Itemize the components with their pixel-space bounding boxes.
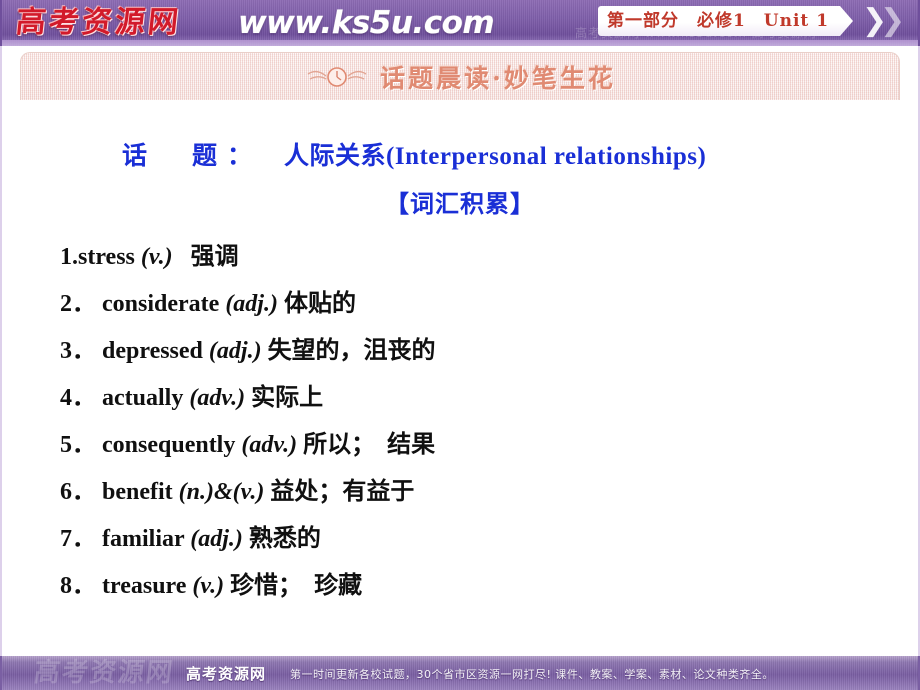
slide-content: 话 题： 人际关系(Interpersonal relationships) 【词… [22, 104, 898, 650]
item-meaning: 实际上 [251, 382, 324, 411]
chapter-tag-label: 第一部分 必修1 Unit 1 [606, 11, 830, 31]
page-edge-left [0, 0, 2, 690]
section-title: 【词汇积累】 [385, 189, 535, 218]
item-meaning: 所以； 结果 [303, 429, 436, 458]
item-pos: (adj.) [190, 526, 243, 552]
item-pos: (v.) [140, 244, 173, 270]
item-number: 7． [60, 526, 96, 552]
item-number: 2． [60, 291, 96, 317]
winged-clock-icon [306, 64, 368, 90]
section-banner: 话题晨读·妙笔生花 [20, 52, 901, 110]
section-banner-inner: 话题晨读·妙笔生花 [21, 53, 901, 101]
footer-band: 高考资源网 高考资源网 第一时间更新各校试题，30个省市区资源一网打尽! 课件、… [0, 656, 920, 690]
item-word: actually [102, 385, 184, 411]
slide-root: 高考资源网 www.ks5u.com 高考资源网 www.ks5u.com 高考… [0, 0, 920, 690]
item-word: stress [78, 244, 135, 270]
header-band: 高考资源网 www.ks5u.com 高考资源网 www.ks5u.com 高考… [0, 0, 920, 46]
site-url-text: www.ks5u.com [238, 5, 495, 41]
item-meaning: 强调 [190, 241, 239, 270]
list-item: 1.stress (v.) 强调 [60, 232, 880, 279]
item-word: treasure [102, 573, 187, 599]
list-item: 8． treasure (v.) 珍惜； 珍藏 [60, 561, 880, 608]
section-banner-title: 话题晨读·妙笔生花 [380, 64, 616, 93]
item-word: depressed [102, 338, 203, 364]
item-word: familiar [102, 526, 185, 552]
item-word: consequently [102, 432, 236, 458]
item-word: benefit [102, 479, 173, 505]
item-pos: (v.) [192, 573, 225, 599]
list-item: 2． considerate (adj.) 体贴的 [60, 279, 880, 326]
topic-line: 话 题： 人际关系(Interpersonal relationships) [122, 136, 882, 172]
chevron-right-icon-secondary: ❯ [880, 3, 906, 38]
item-pos: (adv.) [241, 432, 298, 458]
list-item: 7． familiar (adj.) 熟悉的 [60, 514, 880, 561]
item-pos: (adj.) [225, 291, 278, 317]
item-word: considerate [102, 291, 220, 317]
chevron-right-icon: ❯ [862, 3, 888, 38]
footer-tagline: 第一时间更新各校试题，30个省市区资源一网打尽! 课件、教案、学案、素材、论文种… [290, 668, 774, 681]
item-pos: (n.)&(v.) [178, 479, 265, 505]
item-number: 1. [60, 244, 78, 270]
footer-watermark: 高考资源网 [31, 658, 177, 688]
item-meaning: 失望的，沮丧的 [267, 335, 436, 364]
item-pos: (adj.) [208, 338, 262, 364]
list-item: 6． benefit (n.)&(v.) 益处；有益于 [60, 467, 880, 514]
item-number: 5． [60, 432, 96, 458]
chapter-tag: 第一部分 必修1 Unit 1 [598, 6, 853, 36]
footer-logo: 高考资源网 [186, 665, 267, 683]
item-meaning: 益处；有益于 [270, 476, 415, 505]
topic-label: 话 题： [122, 143, 263, 170]
item-number: 8． [60, 573, 96, 599]
item-number: 3． [60, 338, 96, 364]
list-item: 3． depressed (adj.) 失望的，沮丧的 [60, 326, 880, 373]
item-meaning: 体贴的 [283, 288, 356, 317]
item-meaning: 珍惜； 珍藏 [230, 570, 363, 599]
vocabulary-list: 1.stress (v.) 强调 2． considerate (adj.) 体… [60, 232, 880, 608]
list-item: 5． consequently (adv.) 所以； 结果 [60, 420, 880, 467]
list-item: 4． actually (adv.) 实际上 [60, 373, 880, 420]
item-meaning: 熟悉的 [248, 523, 321, 552]
item-number: 6． [60, 479, 96, 505]
topic-value: 人际关系(Interpersonal relationships) [284, 143, 707, 170]
site-logo: 高考资源网 [14, 5, 183, 40]
item-pos: (adv.) [189, 385, 246, 411]
item-number: 4． [60, 385, 96, 411]
